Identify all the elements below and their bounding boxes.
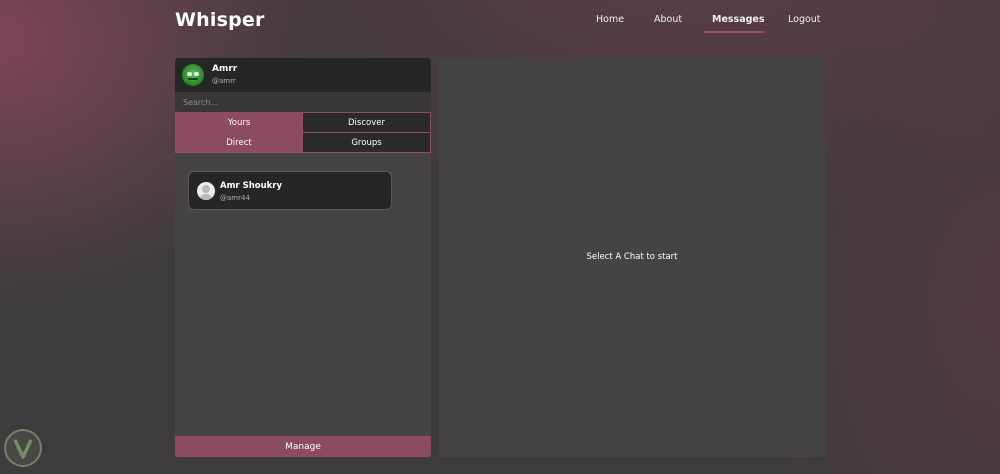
default-avatar-icon [197, 182, 215, 200]
chat-list-panel: Amrr @amrr Yours Discover Direct Groups … [175, 58, 431, 457]
user-profile-header[interactable]: Amrr @amrr [175, 58, 431, 92]
user-display-name: Amrr [212, 64, 238, 74]
watermark-logo-icon [4, 429, 42, 467]
tab-yours[interactable]: Yours [175, 112, 303, 133]
brand-logo[interactable]: Whisper [175, 9, 265, 31]
contact-name: Amr Shoukry [220, 181, 283, 191]
active-nav-indicator [704, 31, 764, 33]
contact-list-item[interactable]: Amr Shoukry @amr44 [188, 171, 392, 210]
contact-handle: @amr44 [220, 194, 250, 202]
user-handle: @amrr [212, 77, 236, 85]
tab-groups[interactable]: Groups [302, 132, 431, 153]
search-input[interactable] [175, 92, 431, 112]
user-avatar [182, 64, 204, 86]
nav-logout-link[interactable]: Logout [788, 14, 821, 25]
tab-direct[interactable]: Direct [175, 132, 303, 153]
nav-messages-link[interactable]: Messages [712, 14, 765, 25]
tab-discover[interactable]: Discover [302, 112, 431, 133]
manage-button[interactable]: Manage [175, 436, 431, 457]
chat-area-panel: Select A Chat to start [439, 58, 825, 457]
nav-about-link[interactable]: About [654, 14, 682, 25]
nav-home-link[interactable]: Home [596, 14, 624, 25]
empty-chat-message: Select A Chat to start [586, 252, 678, 262]
top-navbar: Whisper Home About Messages Logout [0, 0, 1000, 44]
